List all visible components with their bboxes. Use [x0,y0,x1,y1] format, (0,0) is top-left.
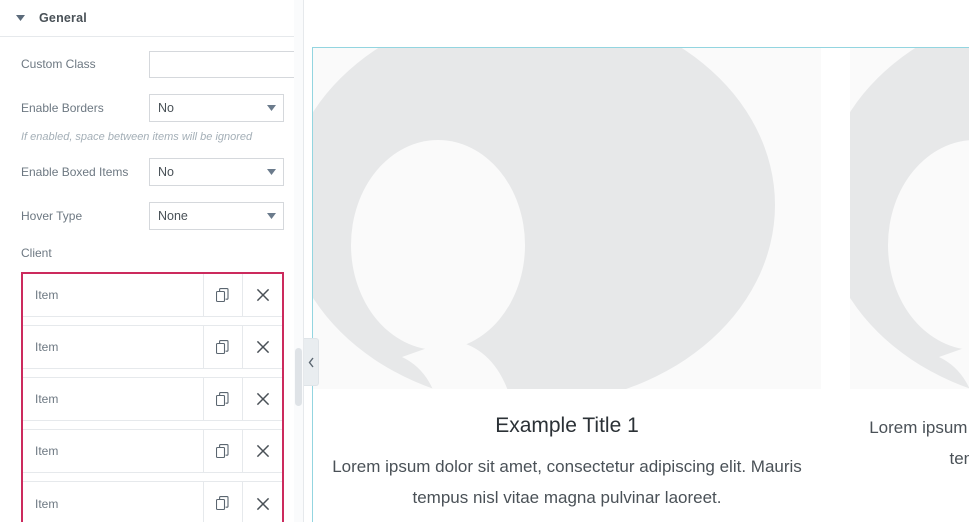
control-description-enable-borders: If enabled, space between items will be … [21,131,253,143]
chevron-left-icon [308,357,314,367]
control-label-custom-class: Custom Class [21,57,96,71]
panel-collapse-handle[interactable] [304,338,319,386]
copy-icon[interactable] [204,274,243,316]
hover-type-select-wrap: None [149,202,284,230]
copy-icon[interactable] [204,326,243,368]
enable-borders-select-wrap: No [149,94,284,122]
control-hover-type: Hover Type None [21,202,284,230]
placeholder-glyph-icon [850,48,969,389]
repeater-row-title[interactable]: Item [23,482,204,522]
client-card[interactable]: Lorem ipsum dolor sit amet, consectetur … [850,48,969,513]
custom-class-input[interactable] [149,51,303,78]
image-placeholder [313,48,821,389]
copy-icon[interactable] [204,430,243,472]
copy-icon[interactable] [204,482,243,522]
enable-boxed-items-select-wrap: No [149,158,284,186]
repeater-row-title[interactable]: Item [23,378,204,420]
repeater-row-gap [23,369,282,378]
enable-borders-select[interactable]: No [149,94,284,122]
repeater-row-title[interactable]: Item [23,274,204,316]
close-x-icon[interactable] [243,482,282,522]
close-x-icon[interactable] [243,274,282,316]
close-x-icon[interactable] [243,326,282,368]
repeater-row[interactable]: Item [23,378,282,421]
live-preview: Example Title 1 Lorem ipsum dolor sit am… [304,0,969,522]
client-repeater: Item Item Item Item Item [21,272,284,522]
panel-section-header-general[interactable]: General [0,0,303,37]
control-label-hover-type: Hover Type [21,208,83,223]
control-custom-class: Custom Class [21,51,303,78]
copy-icon[interactable] [204,378,243,420]
repeater-row-title[interactable]: Item [23,326,204,368]
custom-class-input-group [149,51,303,78]
repeater-row[interactable]: Item [23,482,282,522]
repeater-row-title[interactable]: Item [23,430,204,472]
repeater-row-gap [23,317,282,326]
card-title: Example Title 1 [495,414,639,437]
repeater-row[interactable]: Item [23,326,282,369]
repeater-row[interactable]: Item [23,430,282,473]
enable-boxed-items-select[interactable]: No [149,158,284,186]
repeater-row-gap [23,473,282,482]
close-x-icon[interactable] [243,378,282,420]
control-enable-borders: Enable Borders No [21,94,284,122]
control-enable-boxed-items: Enable Boxed Items No [21,158,284,186]
caret-down-icon [15,13,25,23]
image-placeholder [850,48,969,389]
hover-type-select[interactable]: None [149,202,284,230]
control-label-client: Client [21,246,52,260]
close-x-icon[interactable] [243,430,282,472]
page-builder-screen: General Custom Class Enable Borders No I… [0,0,969,522]
settings-sidebar: General Custom Class Enable Borders No I… [0,0,304,522]
sidebar-scrollbar-thumb[interactable] [295,348,302,406]
control-label-enable-borders: Enable Borders [21,100,104,115]
repeater-row[interactable]: Item [23,274,282,317]
sidebar-scrollbar[interactable] [294,0,303,522]
clients-carousel: Example Title 1 Lorem ipsum dolor sit am… [313,48,969,513]
repeater-row-gap [23,421,282,430]
card-text: Lorem ipsum dolor sit amet, consectetur … [332,457,802,507]
placeholder-glyph-icon [313,48,775,389]
control-label-enable-boxed-items: Enable Boxed Items [21,164,129,179]
panel-title: General [39,11,87,25]
client-card[interactable]: Example Title 1 Lorem ipsum dolor sit am… [313,48,821,513]
card-text: Lorem ipsum dolor sit amet, consectetur … [869,418,969,468]
panel-body: Custom Class Enable Borders No If enable… [0,37,303,522]
